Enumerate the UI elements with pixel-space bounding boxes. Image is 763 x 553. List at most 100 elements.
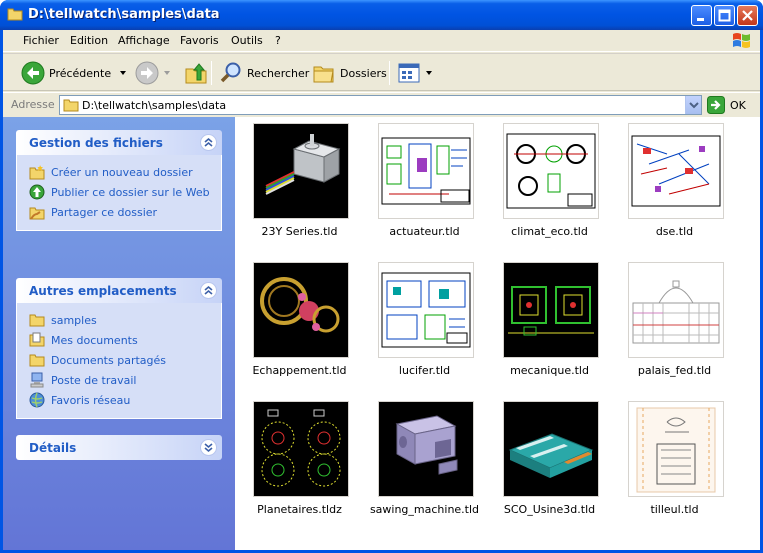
- file-thumbnail: [503, 123, 599, 219]
- maximize-icon: [718, 9, 731, 22]
- file-thumbnail: [253, 123, 349, 219]
- go-button[interactable]: OK: [707, 95, 746, 115]
- place-label: Favoris réseau: [51, 393, 131, 407]
- building-drawing-image: [632, 280, 720, 344]
- file-tasks-header[interactable]: Gestion des fichiers: [16, 130, 222, 155]
- cad-drawing-image: [506, 133, 596, 209]
- folder-icon: [29, 314, 45, 327]
- address-bar: Adresse D:\tellwatch\samples\data OK: [3, 92, 760, 116]
- address-dropdown-button[interactable]: [685, 96, 701, 114]
- folders-button[interactable]: Dossiers: [312, 59, 387, 87]
- toolbar-separator: [389, 61, 390, 85]
- forward-button[interactable]: [135, 59, 177, 87]
- file-name: climat_eco.tld: [511, 225, 588, 238]
- task-pane: Gestion des fichiers Créer un nouveau do…: [3, 117, 235, 550]
- menu-fichier[interactable]: Fichier: [23, 34, 59, 47]
- task-share-folder[interactable]: Partager ce dossier: [17, 202, 221, 222]
- file-tasks-title: Gestion des fichiers: [29, 136, 163, 150]
- forward-arrow-icon: [135, 61, 159, 85]
- file-name: mecanique.tld: [510, 364, 589, 377]
- back-label: Précédente: [49, 66, 112, 80]
- other-places-body: samples Mes documents Documents partagés: [16, 303, 222, 419]
- close-button[interactable]: [737, 5, 758, 26]
- escapement-gears-image: [260, 277, 340, 333]
- file-thumbnail: [503, 262, 599, 358]
- mechanics-drawing-image: [508, 286, 594, 336]
- publish-web-icon: [29, 184, 45, 200]
- close-icon: [742, 10, 753, 21]
- file-name: lucifer.tld: [398, 364, 451, 377]
- chevron-down-icon[interactable]: [163, 69, 173, 77]
- chevron-down-icon: [204, 443, 213, 453]
- file-thumbnail: [628, 262, 724, 358]
- views-icon: [398, 63, 420, 83]
- file-thumbnail: [378, 123, 474, 219]
- other-places-header[interactable]: Autres emplacements: [16, 278, 222, 303]
- file-name: actuateur.tld: [389, 225, 460, 238]
- chevron-down-icon: [426, 71, 432, 75]
- chevron-up-icon: [204, 137, 213, 147]
- task-new-folder[interactable]: Créer un nouveau dossier: [17, 162, 221, 182]
- task-publish-web[interactable]: Publier ce dossier sur le Web: [17, 182, 221, 202]
- place-samples[interactable]: samples: [17, 310, 221, 330]
- menu-help[interactable]: ?: [275, 34, 281, 47]
- file-name: SCO_Usine3d.tld: [503, 503, 596, 516]
- task-label: Créer un nouveau dossier: [51, 165, 193, 179]
- title-bar[interactable]: D:\tellwatch\samples\data: [0, 0, 763, 30]
- menu-outils[interactable]: Outils: [231, 34, 263, 47]
- folders-icon: [313, 66, 334, 83]
- place-my-documents[interactable]: Mes documents: [17, 330, 221, 350]
- minimize-button[interactable]: [691, 5, 712, 26]
- place-label: Poste de travail: [51, 373, 137, 387]
- maximize-button[interactable]: [714, 5, 735, 26]
- share-folder-icon: [29, 207, 45, 220]
- back-arrow-icon: [21, 61, 45, 85]
- up-folder-button[interactable]: [184, 59, 212, 87]
- views-button[interactable]: [397, 59, 437, 87]
- menu-edition[interactable]: Edition: [70, 34, 108, 47]
- address-value: D:\tellwatch\samples\data: [82, 99, 227, 112]
- place-label: Mes documents: [51, 333, 138, 347]
- content-area: Gestion des fichiers Créer un nouveau do…: [3, 117, 760, 550]
- search-label: Rechercher: [247, 66, 310, 80]
- address-label: Adresse: [11, 98, 55, 111]
- file-thumbnail: [378, 401, 474, 497]
- place-network[interactable]: Favoris réseau: [17, 390, 221, 410]
- file-name: tilleul.tld: [650, 503, 699, 516]
- shared-folder-icon: [29, 354, 45, 367]
- file-tasks-body: Créer un nouveau dossier Publier ce doss…: [16, 155, 222, 231]
- expand-button[interactable]: [200, 439, 217, 456]
- file-name: palais_fed.tld: [637, 364, 712, 377]
- task-label: Partager ce dossier: [51, 205, 158, 219]
- chevron-down-icon[interactable]: [119, 69, 129, 77]
- minimize-icon: [697, 18, 704, 21]
- menu-favoris[interactable]: Favoris: [180, 34, 219, 47]
- network-icon: [29, 392, 45, 408]
- place-shared-documents[interactable]: Documents partagés: [17, 350, 221, 370]
- folder-icon: [7, 8, 23, 21]
- place-my-computer[interactable]: Poste de travail: [17, 370, 221, 390]
- place-label: samples: [51, 313, 97, 327]
- planetary-gears-image: [261, 409, 341, 487]
- menu-bar: Fichier Edition Affichage Favoris Outils…: [3, 30, 760, 52]
- address-field[interactable]: D:\tellwatch\samples\data: [59, 95, 702, 115]
- search-button[interactable]: Rechercher: [219, 59, 309, 87]
- file-thumbnail: [503, 401, 599, 497]
- back-button[interactable]: Précédente: [21, 59, 133, 87]
- cad-drawing-image: [381, 272, 471, 348]
- factory-3d-image: [508, 433, 594, 478]
- folder-icon: [63, 99, 79, 112]
- search-icon: [220, 62, 241, 83]
- menu-affichage[interactable]: Affichage: [118, 34, 170, 47]
- collapse-button[interactable]: [200, 282, 217, 299]
- collapse-button[interactable]: [200, 134, 217, 151]
- file-thumbnail: [253, 262, 349, 358]
- details-header[interactable]: Détails: [16, 435, 222, 460]
- window-frame: Fichier Edition Affichage Favoris Outils…: [3, 30, 760, 550]
- cad-drawing-image: [631, 135, 721, 207]
- task-label: Publier ce dossier sur le Web: [51, 185, 210, 199]
- file-thumbnail: [628, 123, 724, 219]
- explorer-window: D:\tellwatch\samples\data Fichier Editio…: [0, 0, 763, 553]
- window-title: D:\tellwatch\samples\data: [28, 7, 220, 22]
- place-label: Documents partagés: [51, 353, 166, 367]
